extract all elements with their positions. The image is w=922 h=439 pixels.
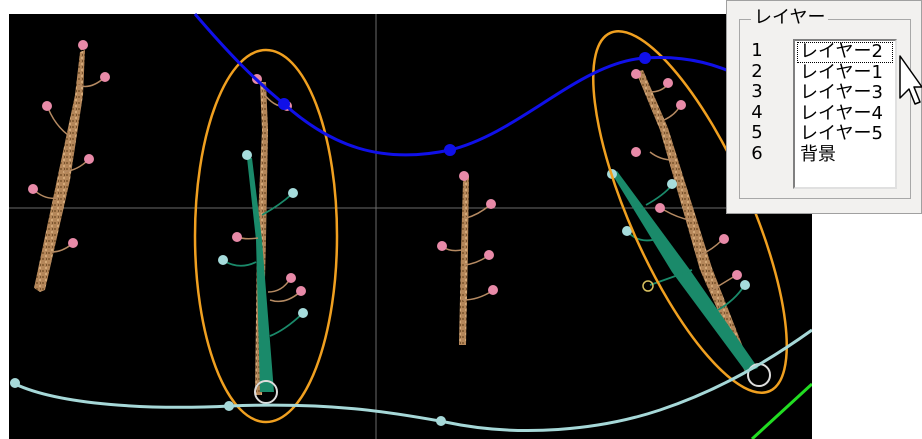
- blue-control-point[interactable]: [639, 52, 651, 64]
- bud: [676, 100, 686, 110]
- layer-item[interactable]: レイヤー3: [795, 83, 895, 104]
- bud: [286, 273, 296, 283]
- bud: [296, 286, 306, 296]
- layer-number-column: 1 2 3 4 5 6: [745, 41, 769, 164]
- layer-item[interactable]: レイヤー5: [795, 124, 895, 145]
- layer-list[interactable]: レイヤー2 レイヤー1 レイヤー3 レイヤー4 レイヤー5 背景: [793, 39, 897, 189]
- blue-control-point[interactable]: [444, 144, 456, 156]
- bud: [437, 241, 447, 251]
- bud: [732, 270, 742, 280]
- layer-number: 2: [751, 60, 763, 82]
- layer-item[interactable]: 背景: [795, 144, 895, 166]
- bud: [663, 78, 673, 88]
- bud: [655, 203, 665, 213]
- canvas-left-margin: [0, 0, 9, 439]
- bud: [740, 280, 750, 290]
- layer-item[interactable]: レイヤー4: [795, 103, 895, 125]
- bud: [78, 40, 88, 50]
- blue-control-point[interactable]: [278, 98, 290, 110]
- canvas-top-margin: [0, 0, 812, 14]
- bud: [667, 179, 677, 189]
- layer-number: 6: [751, 142, 763, 164]
- bud: [68, 238, 78, 248]
- bud: [242, 150, 252, 160]
- layer-panel: レイヤー 1 2 3 4 5 6 レイヤー2 レイヤー1 レイヤー3 レイヤー4…: [726, 0, 922, 214]
- mouse-cursor-icon: [899, 55, 922, 105]
- bud: [484, 250, 494, 260]
- bud: [232, 232, 242, 242]
- bud: [298, 308, 308, 318]
- bud: [631, 69, 641, 79]
- layer-number: 5: [751, 122, 763, 143]
- drawing-canvas[interactable]: [0, 0, 812, 439]
- bud: [84, 154, 94, 164]
- bud: [288, 188, 298, 198]
- bud: [218, 255, 228, 265]
- layer-number: 1: [751, 40, 763, 61]
- bud: [486, 199, 496, 209]
- bud: [42, 101, 52, 111]
- cyan-control-point[interactable]: [10, 378, 20, 388]
- layer-item-selected[interactable]: レイヤー2: [797, 42, 893, 63]
- cyan-control-point[interactable]: [436, 416, 446, 426]
- bud: [100, 72, 110, 82]
- bud: [488, 285, 498, 295]
- cyan-control-point[interactable]: [224, 401, 234, 411]
- layer-number: 4: [751, 101, 763, 123]
- bud: [28, 184, 38, 194]
- bud: [631, 147, 641, 157]
- layer-number: 3: [751, 81, 763, 102]
- layer-item[interactable]: レイヤー1: [795, 62, 895, 84]
- layer-panel-title: レイヤー: [751, 7, 829, 29]
- bud: [459, 171, 469, 181]
- bud: [719, 234, 729, 244]
